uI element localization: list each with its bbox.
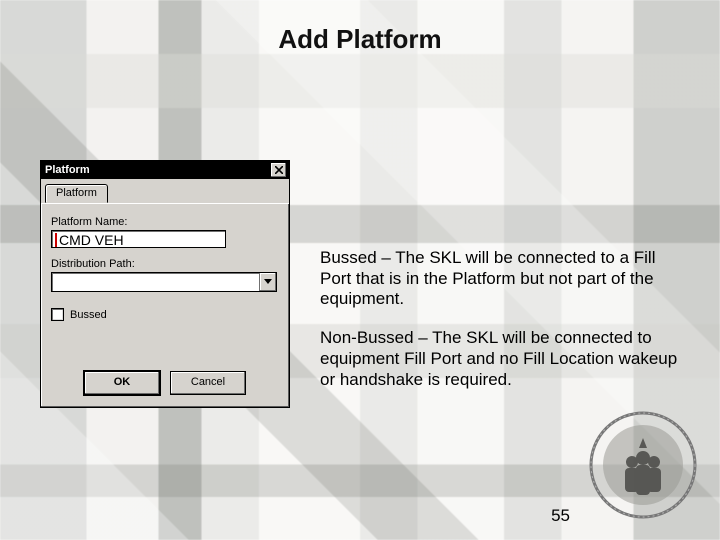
tab-platform[interactable]: Platform [45,184,108,203]
text-caret [55,233,57,247]
dialog-title-text: Platform [45,164,270,176]
dialog-form: Platform Name: CMD VEH Distribution Path… [41,204,289,407]
tab-row: Platform [41,179,289,204]
cancel-button[interactable]: Cancel [170,371,246,395]
close-icon [275,166,283,174]
slide-title: Add Platform [0,24,720,55]
dropdown-button[interactable] [259,273,276,291]
explanation-bussed: Bussed – The SKL will be connected to a … [320,248,688,310]
explanation-block: Bussed – The SKL will be connected to a … [320,248,688,408]
platform-dialog: Platform Platform Platform Name: CMD VEH… [40,160,290,408]
bussed-row: Bussed [51,308,279,321]
platform-name-input[interactable]: CMD VEH [51,230,226,248]
platform-name-label: Platform Name: [51,216,279,228]
emblem-seal-icon [588,410,698,520]
page-number: 55 [551,506,570,526]
bussed-label: Bussed [70,309,107,321]
dialog-button-row: OK Cancel [51,365,279,403]
chevron-down-icon [264,279,272,285]
distribution-path-value [52,273,259,291]
close-button[interactable] [270,162,287,178]
explanation-nonbussed: Non-Bussed – The SKL will be connected t… [320,328,688,390]
ok-button[interactable]: OK [84,371,160,395]
dialog-titlebar: Platform [41,161,289,179]
bussed-checkbox[interactable] [51,308,64,321]
platform-name-value: CMD VEH [59,232,124,248]
distribution-path-label: Distribution Path: [51,258,279,270]
distribution-path-select[interactable] [51,272,277,292]
